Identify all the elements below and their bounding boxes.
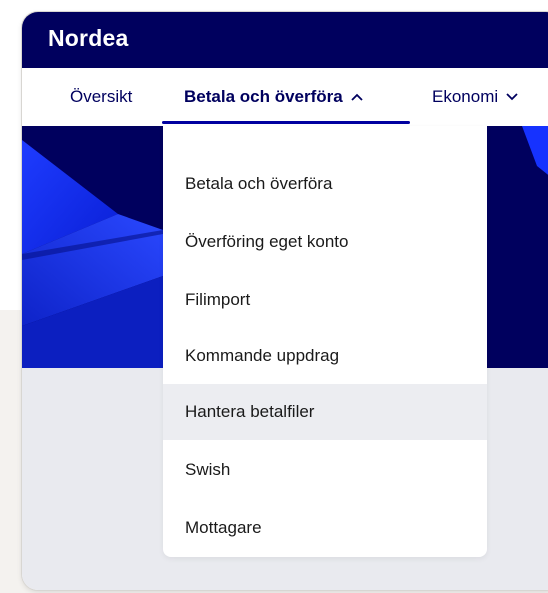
menu-item-overforing-eget-konto[interactable]: Överföring eget konto [163, 214, 487, 270]
menu-item-mottagare[interactable]: Mottagare [163, 500, 487, 556]
chevron-up-icon [351, 68, 363, 126]
nordea-logo[interactable]: Nordea [48, 25, 128, 52]
menu-item-betala-och-overfora[interactable]: Betala och överföra [163, 156, 487, 212]
brand-header: Nordea [22, 12, 548, 68]
active-tab-indicator [162, 121, 410, 124]
app-window: Nordea Översikt Betala och överföra Ekon… [22, 12, 548, 590]
menu-item-filimport[interactable]: Filimport [163, 272, 487, 328]
chevron-down-icon [506, 68, 518, 126]
betala-dropdown-menu: Betala och överföra Överföring eget kont… [163, 126, 487, 557]
tab-betala-och-overfora[interactable]: Betala och överföra [184, 68, 363, 126]
tab-ekonomi[interactable]: Ekonomi [432, 68, 518, 126]
tab-oversikt[interactable]: Översikt [70, 68, 132, 126]
main-navigation: Översikt Betala och överföra Ekonomi [22, 68, 548, 127]
menu-item-kommande-uppdrag[interactable]: Kommande uppdrag [163, 328, 487, 384]
menu-item-hantera-betalfiler[interactable]: Hantera betalfiler [163, 384, 487, 440]
menu-item-swish[interactable]: Swish [163, 442, 487, 498]
tab-label: Betala och överföra [184, 87, 343, 106]
tab-label: Ekonomi [432, 87, 499, 106]
tab-label: Översikt [70, 87, 133, 106]
